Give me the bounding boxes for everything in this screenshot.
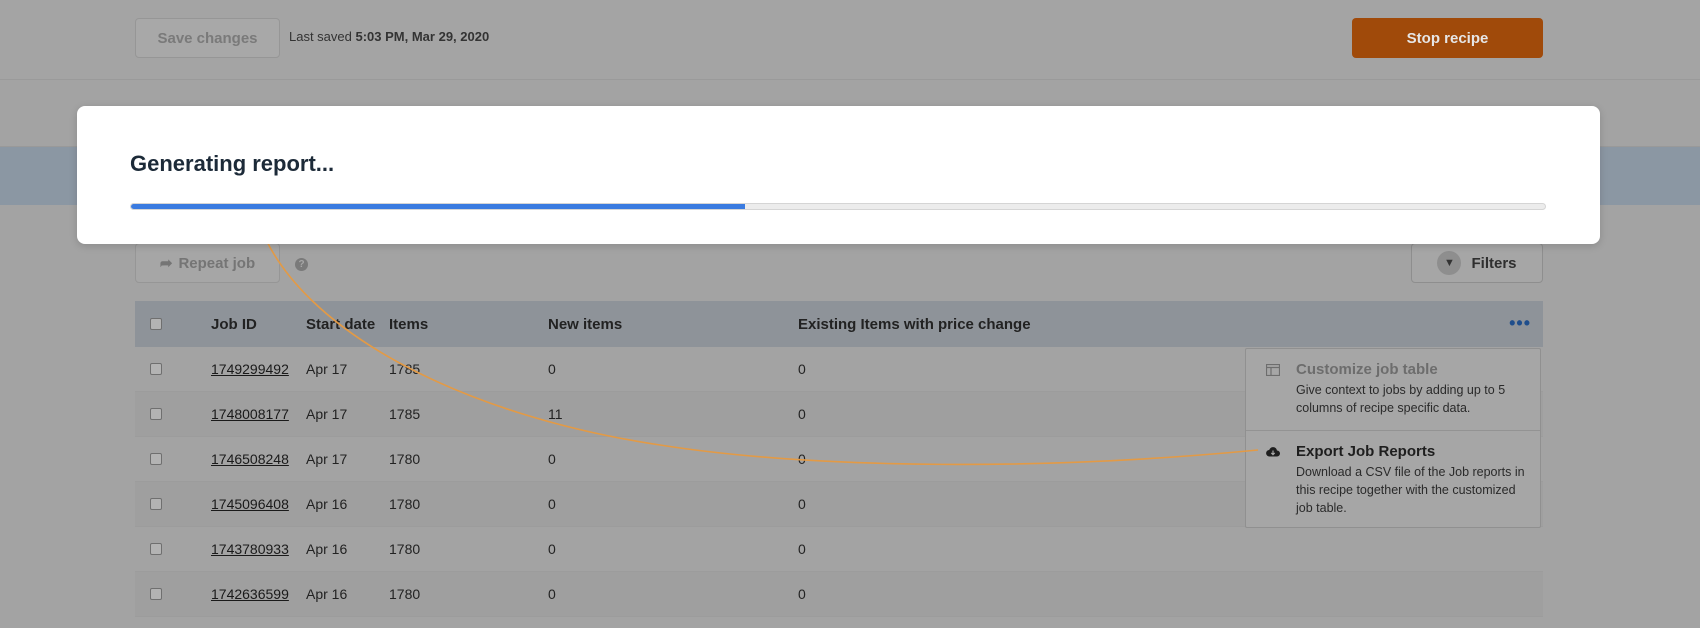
start-date-cell: Apr 17 [306, 406, 348, 422]
save-changes-button[interactable]: Save changes [135, 18, 280, 58]
start-date-cell: Apr 16 [306, 496, 348, 512]
job-id-link[interactable]: 1746508248 [211, 451, 289, 467]
last-saved-time: 5:03 PM, Mar 29, 2020 [355, 29, 490, 44]
new-items-cell: 0 [548, 496, 556, 512]
export-job-reports-title: Export Job Reports [1296, 443, 1436, 460]
header-items[interactable]: Items [389, 316, 428, 333]
table-columns-icon [1266, 364, 1280, 376]
start-date-cell: Apr 17 [306, 451, 348, 467]
cloud-download-icon [1266, 447, 1280, 457]
items-cell: 1780 [389, 541, 421, 557]
header-start-date[interactable]: Start date [306, 316, 375, 333]
job-id-link[interactable]: 1742636599 [211, 586, 289, 602]
existing-items-cell: 0 [798, 541, 806, 557]
start-date-cell: Apr 16 [306, 586, 348, 602]
table-row: 1742636599 Apr 16 1780 0 0 [135, 572, 1543, 617]
row-checkbox[interactable] [150, 498, 162, 510]
repeat-job-button[interactable]: ➦ Repeat job [135, 243, 280, 283]
existing-items-cell: 0 [798, 406, 806, 422]
customize-job-table-item[interactable]: Customize job table Give context to jobs… [1246, 361, 1540, 417]
top-bar: Save changes Last saved 5:03 PM, Mar 29,… [0, 0, 1700, 80]
existing-items-cell: 0 [798, 361, 806, 377]
export-job-reports-item[interactable]: Export Job Reports Download a CSV file o… [1246, 443, 1540, 517]
question-circle-icon[interactable]: ? [295, 258, 308, 271]
progress-bar [130, 203, 1546, 210]
customize-job-table-title: Customize job table [1296, 361, 1438, 378]
existing-items-cell: 0 [798, 586, 806, 602]
existing-items-cell: 0 [798, 451, 806, 467]
last-saved-prefix: Last saved [289, 29, 356, 44]
menu-divider [1246, 430, 1540, 431]
items-cell: 1785 [389, 361, 421, 377]
filter-icon: ▼ [1437, 251, 1462, 275]
job-id-link[interactable]: 1749299492 [211, 361, 289, 377]
header-job-id[interactable]: Job ID [211, 316, 257, 333]
header-new-items[interactable]: New items [548, 316, 622, 333]
job-options-menu: Customize job table Give context to jobs… [1245, 348, 1541, 528]
stop-recipe-button[interactable]: Stop recipe [1352, 18, 1543, 58]
new-items-cell: 11 [548, 406, 563, 422]
header-existing-items[interactable]: Existing Items with price change [798, 316, 1031, 333]
new-items-cell: 0 [548, 586, 556, 602]
row-checkbox[interactable] [150, 363, 162, 375]
filters-label: Filters [1471, 254, 1517, 272]
job-id-link[interactable]: 1745096408 [211, 496, 289, 512]
start-date-cell: Apr 17 [306, 361, 348, 377]
new-items-cell: 0 [548, 451, 556, 467]
export-job-reports-desc: Download a CSV file of the Job reports i… [1296, 465, 1525, 515]
row-checkbox[interactable] [150, 453, 162, 465]
progress-bar-fill [131, 204, 745, 209]
row-checkbox[interactable] [150, 543, 162, 555]
select-all-checkbox[interactable] [150, 318, 162, 330]
repeat-job-label: Repeat job [178, 254, 256, 272]
share-arrow-icon: ➦ [159, 255, 173, 272]
more-options-icon[interactable]: ••• [1509, 314, 1531, 332]
items-cell: 1780 [389, 451, 421, 467]
row-checkbox[interactable] [150, 588, 162, 600]
table-header: Job ID Start date Items New items Existi… [135, 301, 1543, 347]
table-row: 1743780933 Apr 16 1780 0 0 [135, 527, 1543, 572]
items-cell: 1780 [389, 496, 421, 512]
new-items-cell: 0 [548, 541, 556, 557]
start-date-cell: Apr 16 [306, 541, 348, 557]
last-saved-status: Last saved 5:03 PM, Mar 29, 2020 [289, 29, 489, 44]
items-cell: 1780 [389, 586, 421, 602]
customize-job-table-desc: Give context to jobs by adding up to 5 c… [1296, 383, 1506, 415]
job-id-link[interactable]: 1743780933 [211, 541, 289, 557]
items-cell: 1785 [389, 406, 421, 422]
new-items-cell: 0 [548, 361, 556, 377]
filters-button[interactable]: ▼ Filters [1411, 243, 1543, 283]
job-id-link[interactable]: 1748008177 [211, 406, 289, 422]
row-checkbox[interactable] [150, 408, 162, 420]
generating-report-modal: Generating report... [77, 106, 1600, 244]
modal-title: Generating report... [130, 151, 335, 176]
existing-items-cell: 0 [798, 496, 806, 512]
